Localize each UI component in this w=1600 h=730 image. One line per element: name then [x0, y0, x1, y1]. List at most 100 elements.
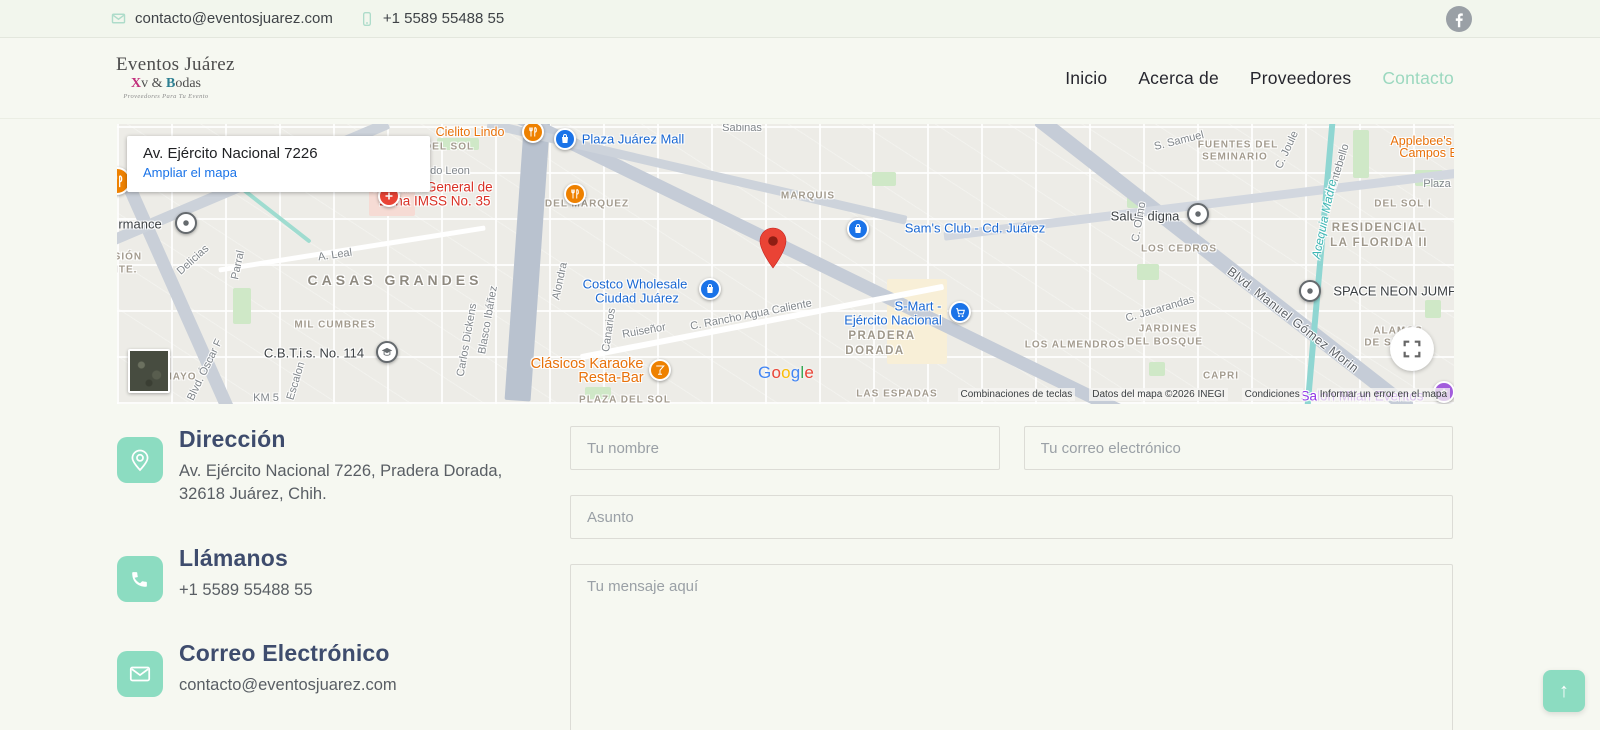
map-label: Cielito Lindo [436, 125, 505, 139]
map-label: Costco Wholesale [583, 277, 688, 292]
contact-block-text: contacto@eventosjuarez.com [179, 674, 397, 697]
map-attribution-item[interactable]: Combinaciones de teclas [958, 388, 1076, 401]
contact-block-text: +1 5589 55488 55 [179, 579, 313, 602]
nav-item-contacto[interactable]: Contacto [1382, 68, 1454, 89]
site-logo[interactable]: Eventos Juárez Xv & Bodas Proveedores Pa… [116, 55, 216, 100]
topbar-email-text: contacto@eventosjuarez.com [135, 10, 333, 27]
envelope-icon [117, 651, 163, 697]
topbar: contacto@eventosjuarez.com +1 5589 55488… [0, 0, 1600, 38]
map-enlarge-link[interactable]: Ampliar el mapa [143, 165, 414, 180]
map-label: Plaza Juárez Mall [582, 132, 685, 147]
nav-item-inicio[interactable]: Inicio [1065, 68, 1107, 89]
logo-subtitle: Xv & Bodas [116, 77, 216, 92]
map-label: DEL SOL I [1374, 199, 1432, 210]
contact-block-title: Correo Electrónico [179, 640, 397, 667]
map-label: Alondra [550, 261, 570, 301]
nav-item-acerca-de[interactable]: Acerca de [1138, 68, 1219, 89]
topbar-phone-link[interactable]: +1 5589 55488 55 [359, 10, 504, 27]
map-poi-bag-icon[interactable] [699, 278, 721, 300]
map-attribution-item[interactable]: Condiciones [1242, 388, 1303, 401]
name-input[interactable] [570, 426, 1000, 470]
map-label: do Leon [430, 165, 470, 177]
logo-name: Eventos Juárez [116, 55, 216, 75]
map-label: Carlos Dickens [455, 303, 480, 378]
email-input[interactable] [1024, 426, 1454, 470]
map-label: CAPRI [1203, 371, 1239, 382]
main-nav: Inicio Acerca de Proveedores Contacto [1065, 68, 1454, 89]
phone-icon [359, 11, 375, 27]
map-label: DEL SOL [424, 142, 474, 153]
map-poi-dot-icon[interactable] [175, 212, 197, 234]
satellite-view-toggle[interactable] [128, 349, 170, 393]
map-label: PRADERA [848, 330, 915, 342]
map-label: NTE. [117, 265, 137, 276]
map-label: MARQUIS [781, 191, 835, 202]
map-label: LAS ESPADAS [856, 389, 937, 400]
map-attribution: Combinaciones de teclas Datos del mapa ©2… [958, 388, 1451, 401]
map-label: Resta-Bar [578, 370, 643, 386]
contact-block-text: Av. Ejército Nacional 7226, Pradera Dora… [179, 460, 509, 507]
phone-handset-icon [117, 556, 163, 602]
mail-icon [110, 10, 127, 27]
map-marker-icon[interactable] [759, 227, 787, 274]
facebook-icon[interactable] [1446, 6, 1472, 32]
map-label: LOS ALMENDROS [1025, 340, 1125, 351]
contact-block-title: Llámanos [179, 545, 313, 572]
map-label: Escalon [285, 361, 308, 402]
map-label: SEMINARIO [1202, 152, 1268, 163]
map-poi-bar-icon[interactable] [649, 359, 671, 381]
arrow-up-icon: ↑ [1559, 680, 1569, 703]
contact-form [570, 426, 1453, 730]
map-label: LOS CEDROS [1141, 244, 1217, 255]
fullscreen-icon[interactable] [1390, 327, 1434, 371]
map-label: C. Jacarandas [1124, 293, 1195, 324]
map-label: SPACE NEON JUMP [1333, 284, 1454, 299]
map-label: DEL BOSQUE [1127, 337, 1203, 348]
map-info-window: Av. Ejército Nacional 7226 Ampliar el ma… [127, 136, 430, 192]
map-attribution-item[interactable]: Informar un error en el mapa [1317, 388, 1450, 401]
google-map-embed[interactable]: Cielito Lindo Plaza Juárez Mall DEL SOL do … [117, 124, 1454, 404]
topbar-email-link[interactable]: contacto@eventosjuarez.com [110, 10, 333, 27]
topbar-phone-text: +1 5589 55488 55 [383, 10, 504, 27]
map-label: KM 5 [253, 392, 279, 404]
contact-block-address: Dirección Av. Ejército Nacional 7226, Pr… [117, 426, 570, 507]
map-poi-cart-icon[interactable] [949, 301, 971, 323]
logo-tagline: Proveedores Para Tu Evento [116, 94, 216, 101]
map-poi-dot-icon[interactable] [1187, 203, 1209, 225]
nav-item-proveedores[interactable]: Proveedores [1250, 68, 1351, 89]
contact-block-phone: Llámanos +1 5589 55488 55 [117, 545, 570, 602]
map-poi-bag-icon[interactable] [847, 218, 869, 240]
map-info-title: Av. Ejército Nacional 7226 [143, 145, 414, 162]
map-label: JARDINES [1139, 324, 1198, 335]
map-label: C.B.T.i.s. No. 114 [264, 346, 364, 361]
map-poi-bag-icon[interactable] [554, 128, 576, 150]
map-label: A. Leal [317, 247, 353, 264]
map-label: RESIDENCIAL [1332, 222, 1426, 234]
map-poi-rest-icon[interactable] [564, 183, 586, 205]
subject-input[interactable] [570, 495, 1453, 539]
map-label: Campos El [1399, 146, 1454, 160]
header: Eventos Juárez Xv & Bodas Proveedores Pa… [0, 38, 1600, 119]
map-label: PLAZA DEL SOL [579, 395, 671, 405]
map-label: LA FLORIDA II [1330, 237, 1428, 249]
map-label: Blasco Ibáñez [476, 285, 500, 355]
map-poi-school-icon[interactable] [376, 341, 398, 363]
map-poi-dot-icon[interactable] [1299, 280, 1321, 302]
map-label: MIL CUMBRES [294, 320, 375, 331]
map-label: Blvd. Manuel Gómez Morin [1225, 264, 1362, 375]
map-label: ISIÓN [117, 252, 142, 263]
map-label: Plaza [1423, 178, 1451, 190]
map-label: Canarios [600, 307, 618, 352]
map-label: Sam's Club - Cd. Juárez [905, 221, 1045, 236]
map-label: Delicias [175, 243, 212, 278]
message-textarea[interactable] [570, 564, 1453, 730]
map-attribution-item[interactable]: Datos del mapa ©2026 INEGI [1089, 388, 1227, 401]
map-label: DORADA [845, 345, 904, 357]
map-label: FUENTES DEL [1198, 140, 1278, 151]
map-label: Ejército Nacional [844, 313, 942, 328]
contact-block-title: Dirección [179, 426, 509, 453]
scroll-to-top-button[interactable]: ↑ [1543, 670, 1585, 712]
contact-section: Dirección Av. Ejército Nacional 7226, Pr… [0, 404, 1600, 730]
map-label: CASAS GRANDES [308, 272, 483, 288]
map-label: rmance [118, 217, 161, 232]
